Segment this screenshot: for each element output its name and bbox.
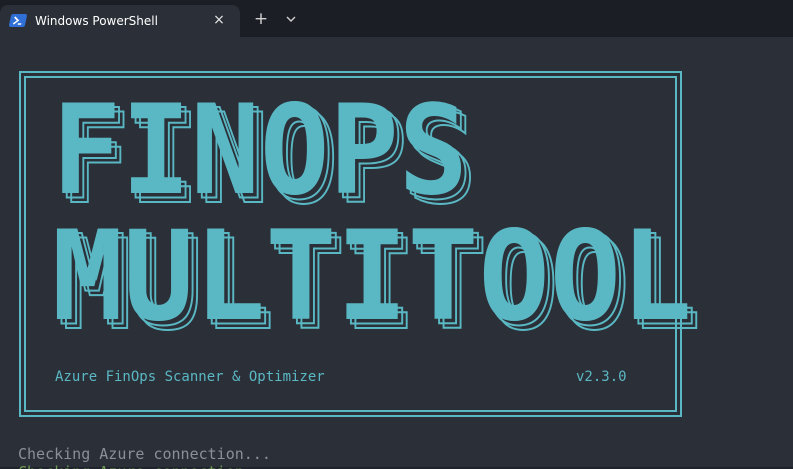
output-line-connection-check: Checking Azure connection...: [18, 445, 271, 463]
banner-title-multitool-text: MULTITOOL: [52, 215, 692, 335]
close-icon[interactable]: ×: [210, 11, 228, 29]
banner-subtitle: Azure FinOps Scanner & Optimizer: [55, 369, 325, 385]
tab-windows-powershell[interactable]: Windows PowerShell ×: [0, 5, 240, 37]
banner-version: v2.3.0: [576, 369, 627, 385]
output-line-partial: Checking Azure connection...: [18, 463, 318, 469]
tab-strip: Windows PowerShell × +: [0, 0, 793, 37]
plus-icon: +: [253, 9, 269, 29]
new-tab-button[interactable]: +: [251, 9, 271, 29]
tab-title: Windows PowerShell: [35, 14, 158, 28]
chevron-down-icon: [286, 16, 296, 22]
terminal-pane[interactable]: FINOPS FINOPS FINOPS MULTITOOL MULTITOOL…: [0, 37, 793, 469]
powershell-icon: [8, 14, 28, 27]
tab-dropdown-button[interactable]: [282, 9, 300, 29]
banner-title-multitool: MULTITOOL MULTITOOL MULTITOOL: [52, 215, 702, 335]
banner-title-finops-text: FINOPS: [52, 89, 468, 209]
banner-title-finops: FINOPS FINOPS FINOPS: [52, 89, 478, 209]
